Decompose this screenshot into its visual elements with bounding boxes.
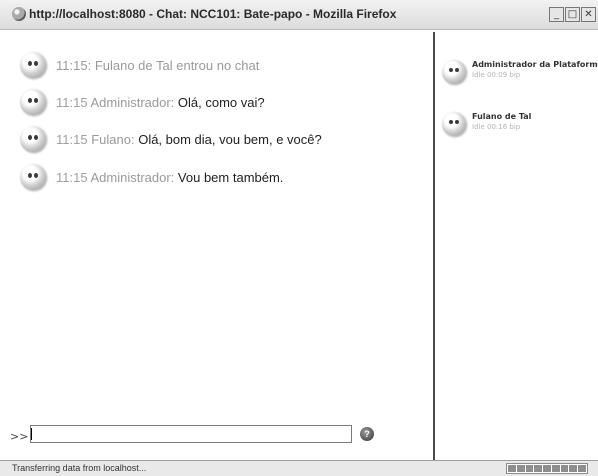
chat-message: 11:15: Fulano de Tal entrou no chat bbox=[20, 50, 259, 80]
avatar-icon bbox=[20, 52, 46, 78]
chat-message: 11:15 Administrador: Vou bem também. bbox=[20, 162, 283, 192]
close-icon: ✕ bbox=[584, 9, 593, 20]
progress-segment bbox=[534, 465, 543, 472]
user-name: Administrador da Plataforma bbox=[472, 60, 598, 69]
status-bar: Transferring data from localhost... bbox=[0, 460, 598, 476]
avatar-icon bbox=[442, 60, 466, 84]
message-text: Olá, como vai? bbox=[177, 94, 265, 110]
user-name: Fulano de Tal bbox=[472, 112, 532, 121]
progress-segment bbox=[560, 465, 569, 472]
user-idle-status: Idle 00:16 bbox=[472, 123, 508, 131]
message-author: Administrador: bbox=[90, 94, 175, 110]
message-text: Fulano de Tal entrou no chat bbox=[94, 57, 260, 73]
progress-segment bbox=[508, 465, 516, 472]
progress-segment bbox=[551, 465, 560, 472]
input-prompt: >> bbox=[10, 430, 29, 443]
progress-segment bbox=[543, 465, 551, 472]
text-caret bbox=[31, 428, 32, 440]
firefox-icon bbox=[12, 7, 26, 21]
panel-divider[interactable] bbox=[433, 32, 435, 462]
message-text: Vou bem também. bbox=[177, 169, 284, 185]
maximize-icon: □ bbox=[567, 9, 578, 20]
message-author: Fulano: bbox=[91, 131, 135, 147]
bip-link[interactable]: bip bbox=[509, 123, 520, 131]
maximize-button[interactable]: □ bbox=[565, 7, 580, 22]
progress-segment bbox=[569, 465, 578, 472]
bip-link[interactable]: bip bbox=[509, 71, 520, 79]
message-time: 11:15 bbox=[56, 169, 88, 185]
avatar-icon bbox=[442, 112, 466, 136]
progress-segment bbox=[516, 465, 525, 472]
message-time: 11:15 bbox=[56, 131, 88, 147]
window-title: http://localhost:8080 - Chat: NCC101: Ba… bbox=[29, 7, 397, 21]
message-time: 11:15 bbox=[56, 94, 88, 110]
title-bar[interactable]: http://localhost:8080 - Chat: NCC101: Ba… bbox=[0, 0, 598, 30]
chat-input[interactable] bbox=[30, 425, 352, 443]
help-icon[interactable]: ? bbox=[360, 427, 374, 441]
progress-segment bbox=[525, 465, 534, 472]
chat-panel: 11:15: Fulano de Tal entrou no chat 11:1… bbox=[8, 38, 433, 460]
progress-indicator bbox=[506, 463, 588, 474]
avatar-icon bbox=[20, 89, 46, 115]
close-button[interactable]: ✕ bbox=[581, 7, 596, 22]
user-list-panel: Administrador da Plataforma Idle 00:09 b… bbox=[436, 38, 598, 460]
browser-window: http://localhost:8080 - Chat: NCC101: Ba… bbox=[0, 0, 598, 476]
message-author: Administrador: bbox=[90, 169, 175, 185]
status-text: Transferring data from localhost... bbox=[12, 463, 147, 473]
progress-segment bbox=[578, 465, 587, 472]
chat-message: 11:15 Fulano: Olá, bom dia, vou bem, e v… bbox=[20, 124, 322, 154]
avatar-icon bbox=[20, 164, 46, 190]
message-time: 11:15: bbox=[56, 57, 92, 73]
chat-message: 11:15 Administrador: Olá, como vai? bbox=[20, 87, 265, 117]
user-idle-status: Idle 00:09 bbox=[472, 71, 508, 79]
minimize-icon: _ bbox=[554, 9, 559, 20]
message-text: Olá, bom dia, vou bem, e você? bbox=[138, 131, 322, 147]
avatar-icon bbox=[20, 126, 46, 152]
minimize-button[interactable]: _ bbox=[549, 7, 564, 22]
